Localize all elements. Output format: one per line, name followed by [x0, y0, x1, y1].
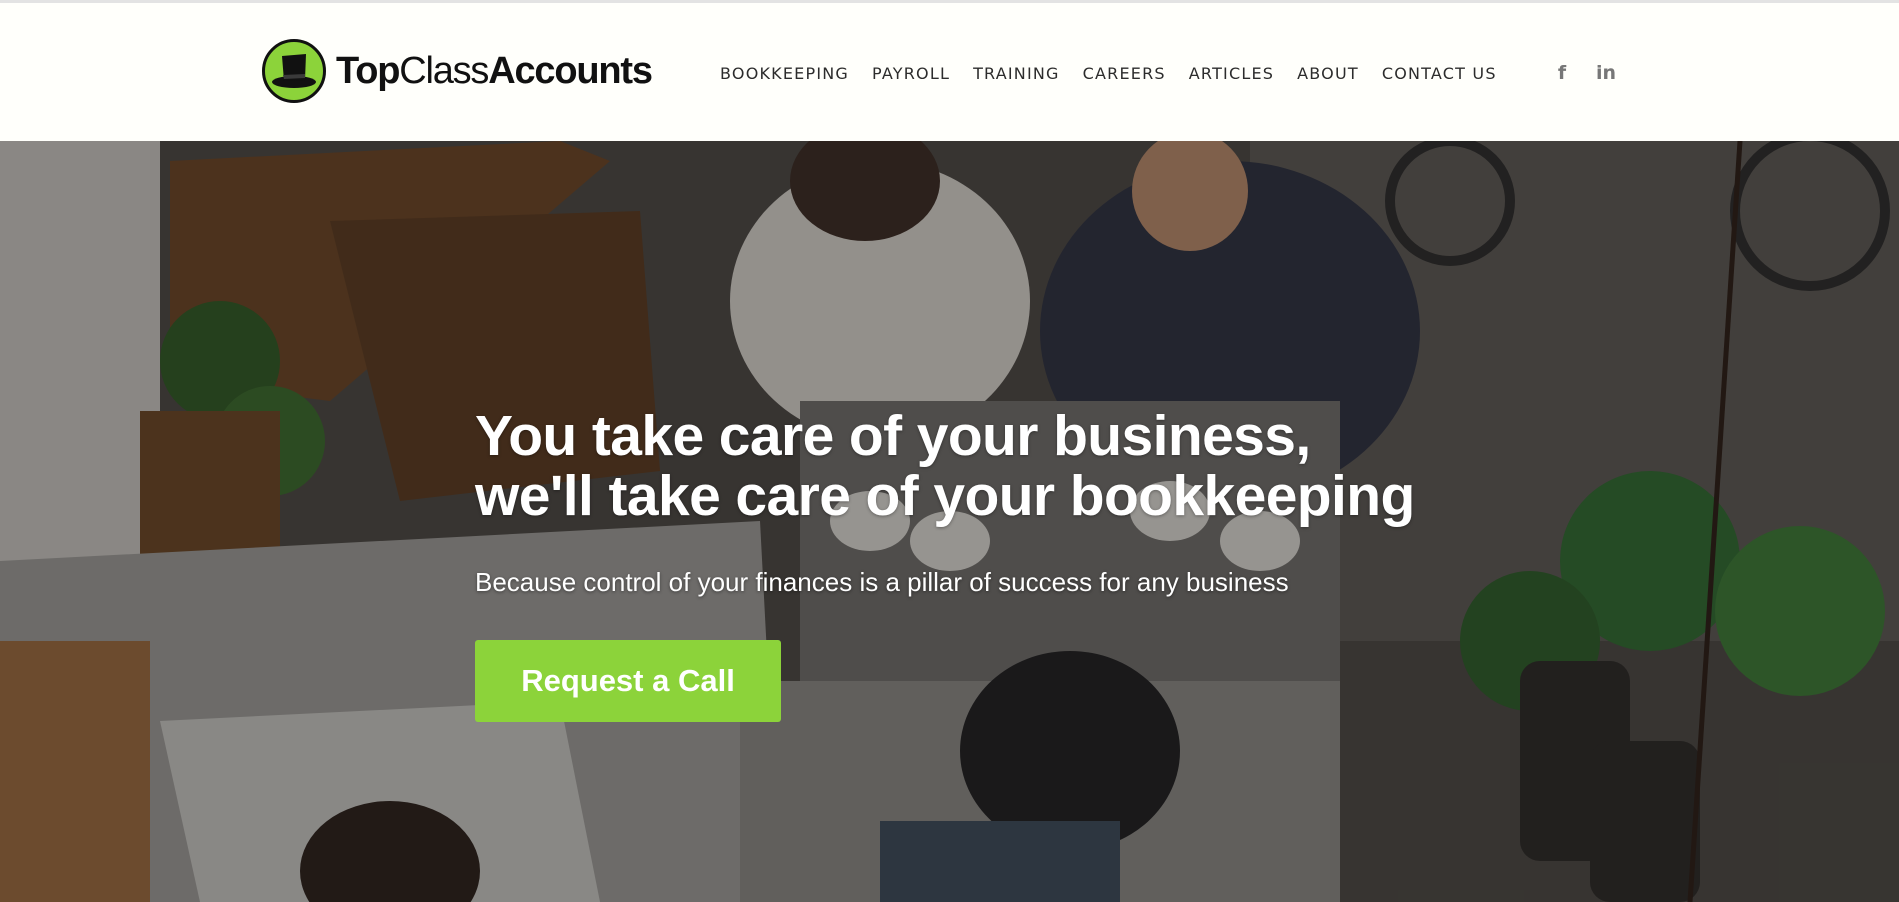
- hero-headline-line2: we'll take care of your bookkeeping: [475, 464, 1415, 528]
- nav-item-payroll[interactable]: PAYROLL: [872, 61, 950, 87]
- top-hat-icon: [262, 39, 326, 103]
- linkedin-icon[interactable]: in: [1594, 60, 1618, 86]
- nav-item-careers[interactable]: CAREERS: [1083, 61, 1166, 87]
- nav-item-contact-us[interactable]: CONTACT US: [1382, 61, 1497, 87]
- hero-headline-line1: You take care of your business,: [475, 404, 1311, 468]
- hero-section: You take care of your business, we'll ta…: [0, 141, 1899, 902]
- main-nav: BOOKKEEPING PAYROLL TRAINING CAREERS ART…: [720, 61, 1520, 87]
- nav-item-articles[interactable]: ARTICLES: [1189, 61, 1274, 87]
- social-links: f in: [1550, 60, 1618, 86]
- facebook-icon[interactable]: f: [1550, 60, 1574, 86]
- site-header: TopClassAccounts BOOKKEEPING PAYROLL TRA…: [0, 3, 1899, 141]
- hero-headline: You take care of your business, we'll ta…: [475, 406, 1575, 526]
- nav-item-about[interactable]: ABOUT: [1297, 61, 1359, 87]
- nav-item-training[interactable]: TRAINING: [973, 61, 1060, 87]
- request-call-button[interactable]: Request a Call: [475, 640, 781, 722]
- brand-name: TopClassAccounts: [336, 50, 653, 92]
- hero-subheadline: Because control of your finances is a pi…: [475, 567, 1289, 597]
- nav-item-bookkeeping[interactable]: BOOKKEEPING: [720, 61, 849, 87]
- site-logo[interactable]: TopClassAccounts: [262, 39, 653, 103]
